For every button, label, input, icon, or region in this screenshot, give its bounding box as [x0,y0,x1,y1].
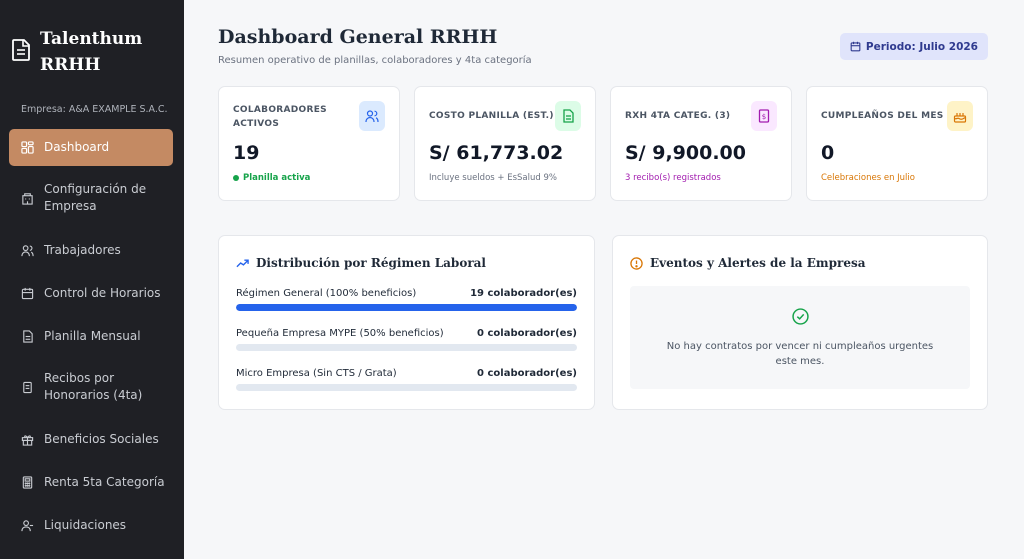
regime-label: Pequeña Empresa MYPE (50% beneficios) [236,328,444,339]
trending-up-icon [236,259,249,268]
stat-card-rxh: RXH 4TA CATEG. (3) $ S/ 9,900.00 3 recib… [610,86,792,201]
regime-item: Micro Empresa (Sin CTS / Grata) 0 colabor… [236,368,577,391]
regime-count: 0 colaborador(es) [477,368,577,379]
regime-item: Régimen General (100% beneficios) 19 cola… [236,288,577,311]
section-title-text: Distribución por Régimen Laboral [256,256,486,270]
receipt-icon: $ [758,109,770,123]
building-icon [22,192,33,205]
alerts-empty-text: No hay contratos por vencer ni cumpleaño… [666,341,934,367]
regime-count: 19 colaborador(es) [470,288,577,299]
calendar-icon [21,287,34,300]
svg-text:$: $ [762,113,766,121]
sidebar-item-label: Liquidaciones [44,518,127,532]
progress-track [236,344,577,351]
calendar-icon [850,41,861,52]
sidebar-item-trabajadores[interactable]: Trabajadores [9,242,173,259]
calculator-icon [22,476,33,489]
document-icon [12,39,30,61]
users-icon [365,110,379,123]
regime-label: Micro Empresa (Sin CTS / Grata) [236,368,397,379]
check-circle-icon [791,308,809,325]
sidebar-item-label: Configuración de Empresa [44,182,147,213]
sidebar-item-label: Dashboard [44,140,110,154]
regime-label: Régimen General (100% beneficios) [236,288,417,299]
page-title: Dashboard General RRHH [218,26,498,48]
sidebar-item-dashboard[interactable]: Dashboard [9,129,173,166]
sidebar-item-configuracion[interactable]: Configuración de Empresa [9,181,173,215]
stat-card-cumpleanos: CUMPLEAÑOS DEL MES 0 Celebraciones en Ju… [806,86,988,201]
company-name: Empresa: A&A EXAMPLE S.A.C. [21,104,168,115]
sidebar-item-label: Planilla Mensual [44,329,141,343]
sidebar-item-label: Beneficios Sociales [44,432,159,446]
cake-icon [953,113,967,123]
stat-icon-box [555,101,581,131]
stat-icon-box [359,101,385,131]
progress-track [236,384,577,391]
stat-label: COSTO PLANILLA (EST.) [429,111,554,121]
sidebar-item-renta[interactable]: Renta 5ta Categoría [9,474,173,491]
stat-value: S/ 9,900.00 [625,142,746,164]
stat-note: Incluye sueldos + EsSalud 9% [429,173,557,183]
stat-note-text: Planilla activa [243,173,311,183]
stat-value: S/ 61,773.02 [429,142,564,164]
user-minus-icon [21,520,34,532]
status-dot [233,175,239,181]
sidebar-item-label: Control de Horarios [44,286,161,300]
users-icon [21,245,34,257]
alerts-empty-state: No hay contratos por vencer ni cumpleaño… [630,286,970,389]
alerts-card: Eventos y Alertes de la Empresa No hay c… [612,235,988,410]
receipt-icon [23,381,32,393]
sidebar-item-liquidaciones[interactable]: Liquidaciones [9,517,173,534]
sidebar-item-beneficios[interactable]: Beneficios Sociales [9,431,173,448]
stat-note: Celebraciones en Julio [821,173,915,183]
sidebar-item-label: Recibos por Honorarios (4ta) [44,371,143,402]
stat-note: 3 recibo(s) registrados [625,173,721,183]
page-subtitle: Resumen operativo de planillas, colabora… [218,55,532,66]
sidebar-item-label: Trabajadores [44,243,121,257]
regime-item: Pequeña Empresa MYPE (50% beneficios) 0 c… [236,328,577,351]
sidebar: Talenthum RRHH Empresa: A&A EXAMPLE S.A.… [0,0,184,559]
dashboard-icon [21,141,34,154]
progress-fill [236,304,577,311]
stat-value: 0 [821,142,835,164]
document-icon [23,330,33,343]
main-content: Dashboard General RRHH Resumen operativo… [184,0,1024,559]
stat-value: 19 [233,142,260,164]
sidebar-item-label: Renta 5ta Categoría [44,475,165,489]
document-icon [563,109,574,123]
stat-icon-box: $ [751,101,777,131]
alert-circle-icon [630,256,643,270]
distribution-card: Distribución por Régimen Laboral Régimen… [218,235,595,410]
brand: Talenthum RRHH [0,0,184,96]
stat-card-colaboradores: COLABORADORES ACTIVOS 19 Planilla activa [218,86,400,201]
stat-card-costo-planilla: COSTO PLANILLA (EST.) S/ 61,773.02 Inclu… [414,86,596,201]
section-title-text: Eventos y Alertes de la Empresa [650,256,866,270]
stat-icon-box [947,101,973,131]
stat-label: CUMPLEAÑOS DEL MES [821,111,944,121]
sidebar-item-recibos[interactable]: Recibos por Honorarios (4ta) [9,370,173,404]
stat-label: RXH 4TA CATEG. (3) [625,111,731,121]
gift-icon [21,435,34,446]
section-title: Distribución por Régimen Laboral [236,256,486,270]
stat-note: Planilla activa [233,173,310,183]
progress-track [236,304,577,311]
brand-title: Talenthum RRHH [40,29,143,75]
period-selector[interactable]: Periodo: Julio 2026 [839,33,988,60]
regime-count: 0 colaborador(es) [477,328,577,339]
sidebar-item-horarios[interactable]: Control de Horarios [9,285,173,302]
sidebar-item-planilla[interactable]: Planilla Mensual [9,328,173,345]
section-title: Eventos y Alertes de la Empresa [630,256,865,270]
stat-label: COLABORADORES ACTIVOS [233,105,327,129]
period-label: Periodo: Julio 2026 [865,40,978,53]
